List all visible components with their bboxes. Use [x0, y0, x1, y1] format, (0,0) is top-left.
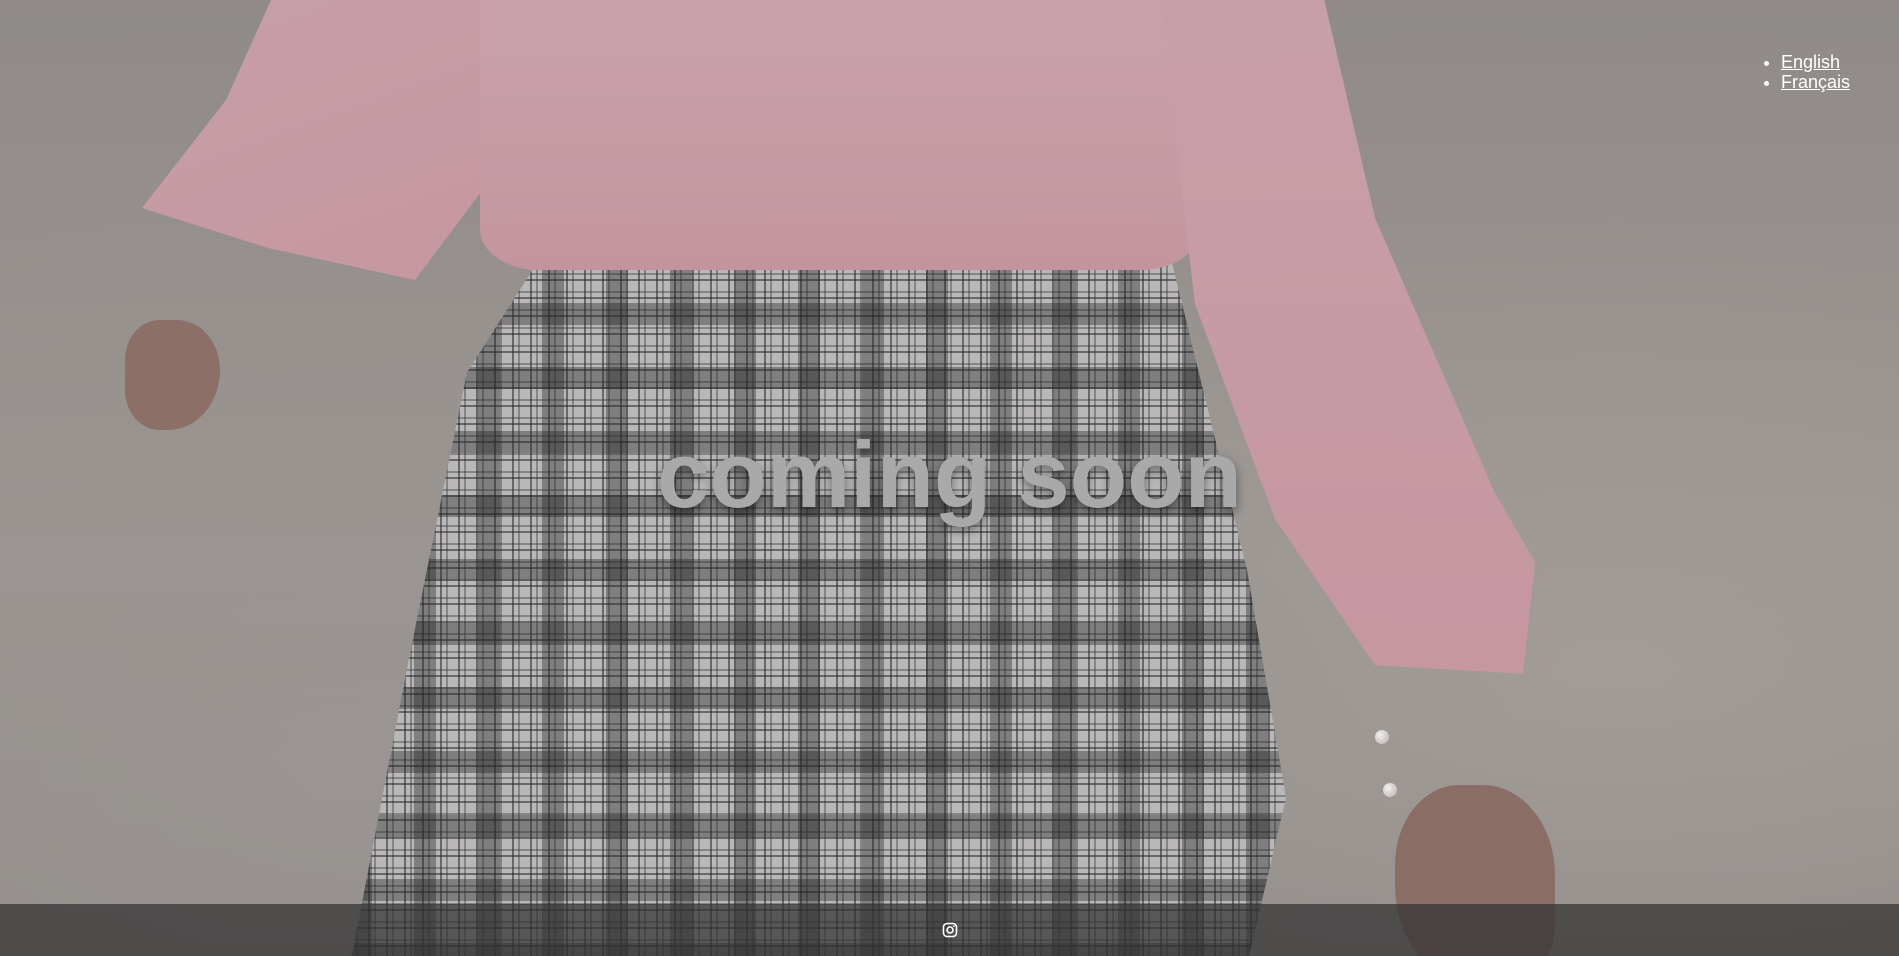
language-menu: English Français: [1759, 52, 1850, 92]
page: English Français coming soon: [0, 0, 1899, 956]
pearl-button: [1375, 730, 1389, 744]
background-pink-sweater: [480, 0, 1200, 270]
language-item-french: Français: [1781, 72, 1850, 92]
language-link-french[interactable]: Français: [1781, 72, 1850, 92]
background-hand-left: [125, 320, 220, 430]
coming-soon-heading: coming soon: [657, 422, 1242, 527]
footer-bar: [0, 904, 1899, 956]
language-item-english: English: [1781, 52, 1850, 72]
instagram-icon: [942, 922, 958, 938]
instagram-link[interactable]: [940, 920, 960, 940]
background-sleeve-left: [142, 0, 520, 280]
background-checked-trousers: [350, 205, 1286, 956]
language-link-english[interactable]: English: [1781, 52, 1840, 72]
pearl-button: [1383, 783, 1397, 797]
